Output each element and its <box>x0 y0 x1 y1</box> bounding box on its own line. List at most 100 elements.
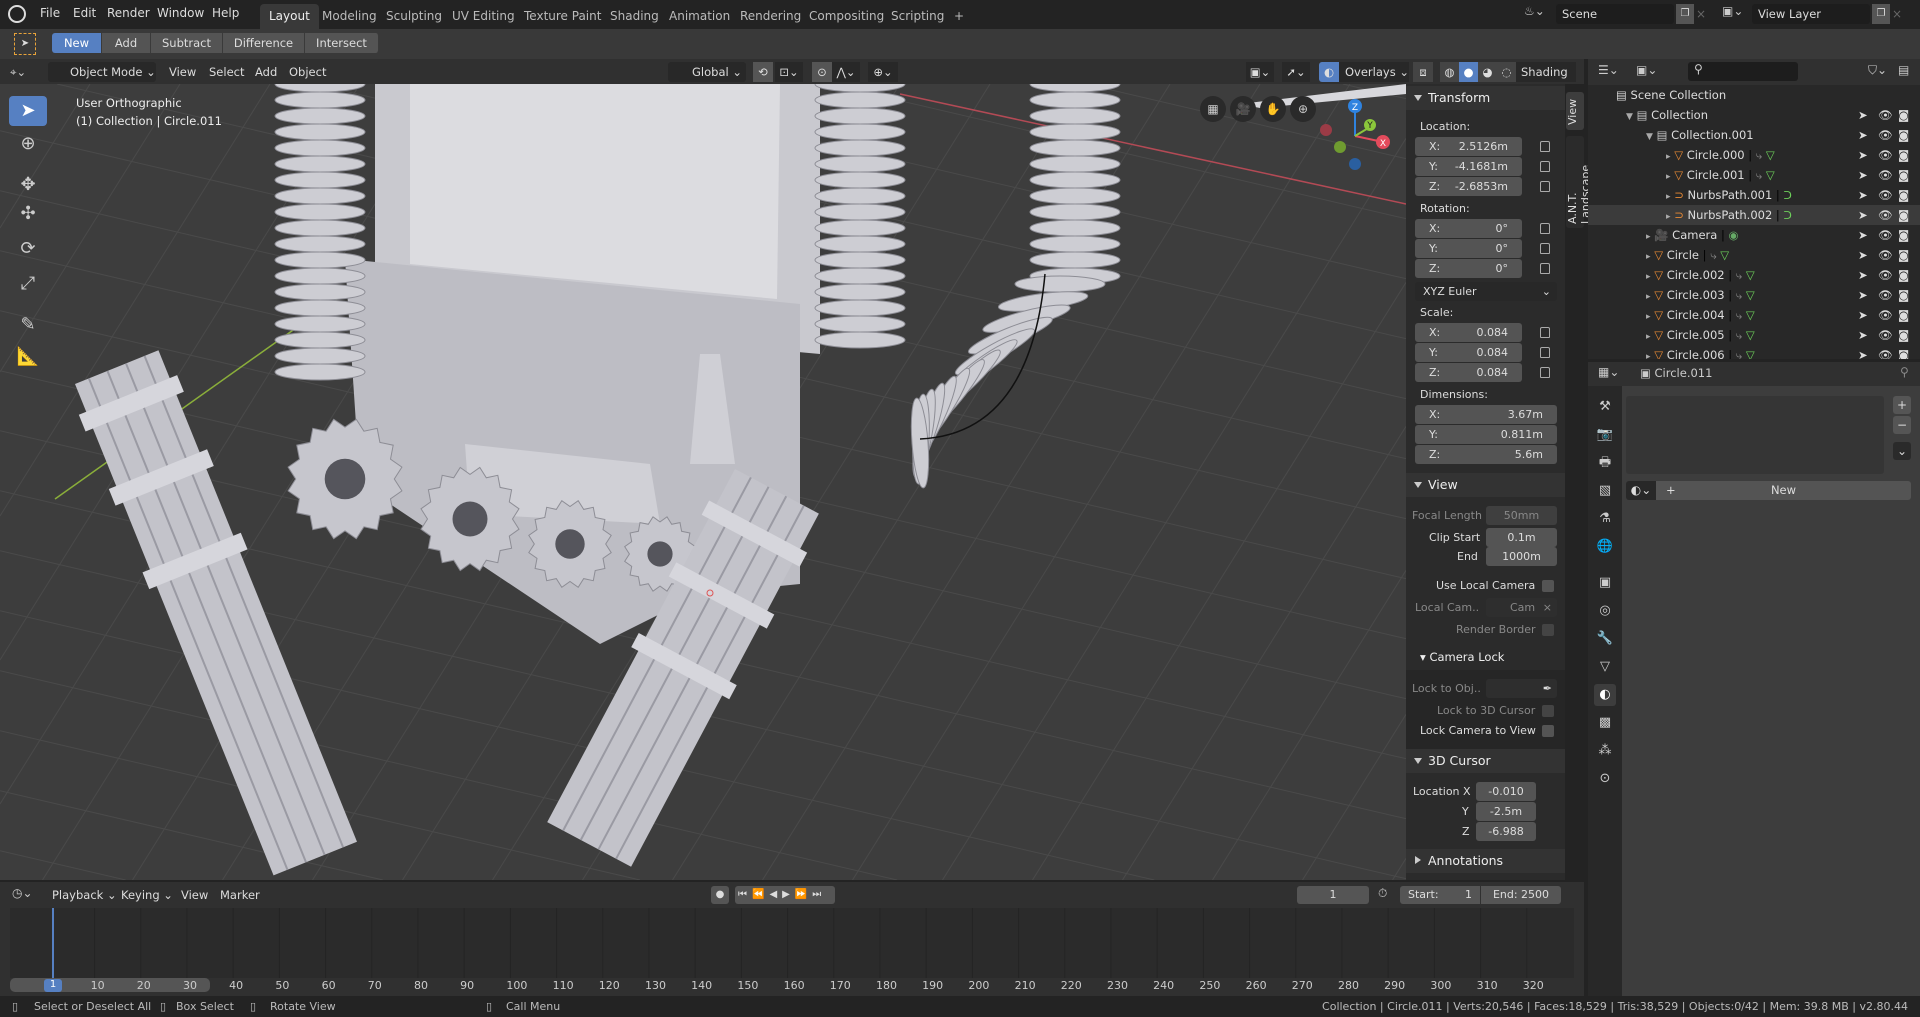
camera-render-icon[interactable]: ◙ <box>1898 165 1909 185</box>
tab-shading[interactable]: Shading <box>601 4 668 29</box>
gizmo-toggle-icon[interactable]: ➚⌄ <box>1282 62 1310 82</box>
camera-render-icon[interactable]: ◙ <box>1898 345 1909 359</box>
selectable-icon[interactable]: ➤ <box>1858 105 1868 125</box>
disclosure-triangle-icon[interactable]: ▸ <box>1666 172 1671 182</box>
tool-tab-icon[interactable]: ⚒ <box>1594 396 1616 418</box>
mesh-data-icon[interactable]: ▽ <box>1766 168 1775 182</box>
cursor-z-field[interactable]: -6.988 <box>1476 822 1536 841</box>
annotations-panel-header[interactable]: Annotations <box>1406 849 1565 873</box>
delete-scene-icon[interactable]: × <box>1696 4 1710 24</box>
lock-icon[interactable] <box>1540 141 1550 152</box>
modifier-tab-icon[interactable]: 🔧 <box>1594 628 1616 650</box>
selectable-icon[interactable]: ➤ <box>1858 325 1868 345</box>
tab-texture-paint[interactable]: Texture Paint <box>515 4 610 29</box>
selectable-icon[interactable]: ➤ <box>1858 165 1868 185</box>
copy-view-layer-icon[interactable]: ❐ <box>1872 4 1890 24</box>
lock-camera-to-view-checkbox[interactable] <box>1542 725 1554 737</box>
disclosure-triangle-icon[interactable]: ▸ <box>1646 312 1651 322</box>
camera-render-icon[interactable]: ◙ <box>1898 305 1909 325</box>
outliner-item[interactable]: ▸ ▽ Circle | ⤷ ▽ ➤ 👁 ◙ <box>1588 245 1920 265</box>
menu-add[interactable]: Add <box>255 62 277 82</box>
select-box-tool-icon[interactable]: ➤ <box>14 33 36 55</box>
curve-data-icon[interactable]: ᑐ <box>1783 208 1791 222</box>
clip-end-field[interactable]: 1000m <box>1486 547 1557 566</box>
outliner-item[interactable]: ▸ ▽ Circle.001 | ⤷ ▽ ➤ 👁 ◙ <box>1588 165 1920 185</box>
lock-to-object-field[interactable]: ✒ <box>1486 679 1557 698</box>
overlays-toggle-icon[interactable]: ◐ <box>1319 62 1339 82</box>
view-layer-tab-icon[interactable]: ▧ <box>1594 480 1616 502</box>
current-frame-indicator[interactable]: 1 <box>44 979 62 992</box>
disclosure-triangle-icon[interactable]: ▸ <box>1646 272 1651 282</box>
move-axis-tool-icon[interactable]: ✣ <box>9 199 47 229</box>
outliner-search-input[interactable]: ⚲ <box>1688 62 1798 81</box>
menu-render[interactable]: Render <box>107 6 150 20</box>
dimensions-y-field[interactable]: Y: 0.811m <box>1415 425 1557 444</box>
stopwatch-icon[interactable]: ⏱ <box>1378 886 1387 901</box>
view-layer-selector[interactable]: View Layer <box>1752 4 1870 24</box>
disclosure-triangle-icon[interactable]: ▼ <box>1626 112 1633 122</box>
eye-icon[interactable]: 👁 <box>1878 205 1893 225</box>
object-mode-dropdown[interactable]: Object Mode ⌄ <box>48 62 156 82</box>
proportional-edit-icon[interactable]: ⊙ <box>812 62 832 82</box>
mesh-data-icon[interactable]: ▽ <box>1746 328 1755 342</box>
scene-selector[interactable]: Scene <box>1556 4 1674 24</box>
output-tab-icon[interactable]: 🖶 <box>1594 452 1616 474</box>
outliner-item[interactable]: ▸ ⊃ NurbsPath.002 | ᑐ ➤ 👁 ◙ <box>1588 205 1920 225</box>
selectable-icon[interactable]: ➤ <box>1858 185 1868 205</box>
tab-sculpting[interactable]: Sculpting <box>377 4 451 29</box>
lock-icon[interactable] <box>1540 263 1550 274</box>
scale-z-field[interactable]: Z: 0.084 <box>1415 363 1522 382</box>
camera-render-icon[interactable]: ◙ <box>1898 265 1909 285</box>
menu-help[interactable]: Help <box>212 6 239 20</box>
lock-icon[interactable] <box>1540 161 1550 172</box>
browse-material-icon[interactable]: ◐⌄ <box>1626 481 1656 500</box>
menu-object[interactable]: Object <box>289 62 326 82</box>
view-layer-filter-icon[interactable]: ▣⌄ <box>1636 63 1657 77</box>
camera-data-icon[interactable]: ◉ <box>1729 228 1739 242</box>
eyedropper-icon[interactable]: ✒ <box>1543 679 1552 698</box>
outliner-item[interactable]: ▸ ▽ Circle.000 | ⤷ ▽ ➤ 👁 ◙ <box>1588 145 1920 165</box>
camera-lock-subpanel-header[interactable]: ▾ Camera Lock <box>1420 650 1504 664</box>
blender-logo-icon[interactable] <box>8 5 26 23</box>
editor-type-icon[interactable]: ⌖⌄ <box>10 62 40 82</box>
scene-tab-icon[interactable]: ⚗ <box>1594 508 1616 530</box>
selectable-icon[interactable]: ➤ <box>1858 305 1868 325</box>
eye-icon[interactable]: 👁 <box>1878 345 1893 359</box>
cursor-x-field[interactable]: -0.010 <box>1476 782 1536 801</box>
menu-edit[interactable]: Edit <box>73 6 96 20</box>
rotation-y-field[interactable]: Y: 0° <box>1415 239 1522 258</box>
disclosure-triangle-icon[interactable]: ▸ <box>1666 212 1671 222</box>
selectable-icon[interactable]: ➤ <box>1858 285 1868 305</box>
disclosure-triangle-icon[interactable]: ▼ <box>1646 132 1653 142</box>
camera-view-icon[interactable]: 🎥 <box>1230 96 1256 122</box>
sidebar-tab-ant-landscape[interactable]: A.N.T. Landscape <box>1566 136 1592 228</box>
particles-tab-icon[interactable]: ⁂ <box>1594 740 1616 762</box>
outliner-item[interactable]: ▸ ▽ Circle.006 | ⤷ ▽ ➤ 👁 ◙ <box>1588 345 1920 359</box>
pin-icon[interactable]: ⚲ <box>1900 365 1909 379</box>
selectable-icon[interactable]: ➤ <box>1858 245 1868 265</box>
mode-difference-button[interactable]: Difference <box>223 33 305 53</box>
focal-length-field[interactable]: 50mm <box>1486 506 1557 525</box>
navigation-gizmo[interactable]: Z X Y <box>1315 94 1395 174</box>
rotation-mode-dropdown[interactable]: XYZ Euler ⌄ <box>1415 282 1557 301</box>
scale-y-field[interactable]: Y: 0.084 <box>1415 343 1522 362</box>
eye-icon[interactable]: 👁 <box>1878 325 1893 345</box>
measure-tool-icon[interactable]: 📐 <box>9 342 47 372</box>
eye-icon[interactable]: 👁 <box>1878 245 1893 265</box>
rotate-tool-icon[interactable]: ⟳ <box>9 234 47 264</box>
location-x-field[interactable]: X: 2.5126m <box>1415 137 1522 156</box>
eye-icon[interactable]: 👁 <box>1878 225 1893 245</box>
view-layer-icon[interactable]: ▣⌄ <box>1722 4 1752 24</box>
cursor-tool-icon[interactable]: ⊕ <box>9 129 47 159</box>
scale-tool-icon[interactable]: ⤢ <box>9 269 47 299</box>
mesh-data-icon[interactable]: ▽ <box>1746 268 1755 282</box>
zoom-view-icon[interactable]: ⊕ <box>1290 96 1316 122</box>
3d-cursor-panel-header[interactable]: 3D Cursor <box>1406 749 1565 773</box>
eye-icon[interactable]: 👁 <box>1878 105 1893 125</box>
slot-specials-icon[interactable]: ⌄ <box>1893 442 1911 460</box>
add-slot-icon[interactable]: + <box>1893 396 1911 414</box>
outliner-item[interactable]: ▸ 🎥 Camera | ◉ ➤ 👁 ◙ <box>1588 225 1920 245</box>
remove-slot-icon[interactable]: − <box>1893 416 1911 434</box>
annotate-tool-icon[interactable]: ✎ <box>9 310 47 340</box>
mode-subtract-button[interactable]: Subtract <box>151 33 223 53</box>
